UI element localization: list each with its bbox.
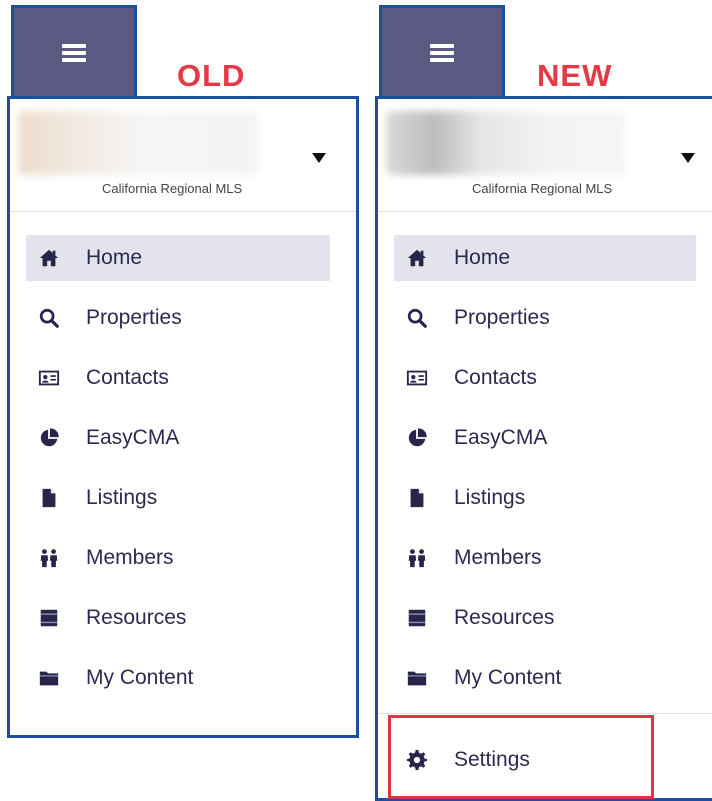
nav-item-home[interactable]: Home <box>394 235 696 281</box>
nav-item-label: Resources <box>454 606 555 629</box>
nav-item-members[interactable]: Members <box>394 535 696 581</box>
nav-item-label: Listings <box>86 486 158 509</box>
nav-item-my-content[interactable]: My Content <box>26 655 330 701</box>
nav-item-label: Properties <box>454 306 550 329</box>
document-icon <box>38 487 60 509</box>
account-switcher[interactable]: California Regional MLS <box>378 99 712 212</box>
nav-item-label: Contacts <box>86 366 169 389</box>
caret-down-icon[interactable] <box>312 153 326 163</box>
nav-item-contacts[interactable]: Contacts <box>26 355 330 401</box>
people-icon <box>406 547 428 569</box>
document-icon <box>406 487 428 509</box>
nav-item-label: Home <box>86 246 143 269</box>
nav-item-label: EasyCMA <box>86 426 180 449</box>
home-icon <box>406 247 428 269</box>
people-icon <box>38 547 60 569</box>
book-icon <box>406 607 428 629</box>
contact-card-icon <box>38 367 60 389</box>
divider <box>378 713 712 714</box>
folder-icon <box>406 667 428 689</box>
navigation-drawer: California Regional MLS Home Properties Co… <box>375 96 712 801</box>
contact-card-icon <box>406 367 428 389</box>
version-label: OLD <box>177 58 246 93</box>
folder-icon <box>38 667 60 689</box>
nav-list: Home Properties Contacts EasyCMA Listings Mem… <box>378 235 712 715</box>
nav-item-home[interactable]: Home <box>26 235 330 281</box>
book-icon <box>38 607 60 629</box>
org-name: California Regional MLS <box>102 181 243 196</box>
avatar <box>386 111 626 175</box>
search-icon <box>406 307 428 329</box>
hamburger-icon <box>62 43 86 62</box>
nav-item-easycma[interactable]: EasyCMA <box>26 415 330 461</box>
nav-item-resources[interactable]: Resources <box>26 595 330 641</box>
nav-item-listings[interactable]: Listings <box>26 475 330 521</box>
nav-item-properties[interactable]: Properties <box>26 295 330 341</box>
nav-item-label: Settings <box>454 748 530 771</box>
nav-list: Home Properties Contacts EasyCMA Listings Mem… <box>10 235 356 715</box>
nav-item-easycma[interactable]: EasyCMA <box>394 415 696 461</box>
menu-toggle-button[interactable] <box>11 5 137 97</box>
pie-chart-icon <box>38 427 60 449</box>
nav-item-my-content[interactable]: My Content <box>394 655 696 701</box>
nav-item-members[interactable]: Members <box>26 535 330 581</box>
search-icon <box>38 307 60 329</box>
gear-icon <box>406 749 428 771</box>
nav-item-label: My Content <box>454 666 562 689</box>
nav-item-label: Members <box>454 546 542 569</box>
nav-item-label: EasyCMA <box>454 426 548 449</box>
navigation-drawer: California Regional MLS Home Properties Co… <box>7 96 359 738</box>
nav-item-properties[interactable]: Properties <box>394 295 696 341</box>
nav-item-label: Listings <box>454 486 526 509</box>
nav-item-resources[interactable]: Resources <box>394 595 696 641</box>
nav-item-label: Resources <box>86 606 187 629</box>
nav-item-settings[interactable]: Settings <box>394 737 644 783</box>
version-label: NEW <box>537 58 613 93</box>
nav-item-contacts[interactable]: Contacts <box>394 355 696 401</box>
menu-toggle-button[interactable] <box>379 5 505 97</box>
avatar <box>18 111 258 175</box>
nav-item-listings[interactable]: Listings <box>394 475 696 521</box>
nav-item-label: Properties <box>86 306 182 329</box>
nav-item-label: Home <box>454 246 511 269</box>
hamburger-icon <box>430 43 454 62</box>
account-switcher[interactable]: California Regional MLS <box>10 99 356 212</box>
nav-item-label: Members <box>86 546 174 569</box>
caret-down-icon[interactable] <box>681 153 695 163</box>
nav-item-label: My Content <box>86 666 194 689</box>
pie-chart-icon <box>406 427 428 449</box>
home-icon <box>38 247 60 269</box>
nav-item-label: Contacts <box>454 366 537 389</box>
org-name: California Regional MLS <box>472 181 613 196</box>
